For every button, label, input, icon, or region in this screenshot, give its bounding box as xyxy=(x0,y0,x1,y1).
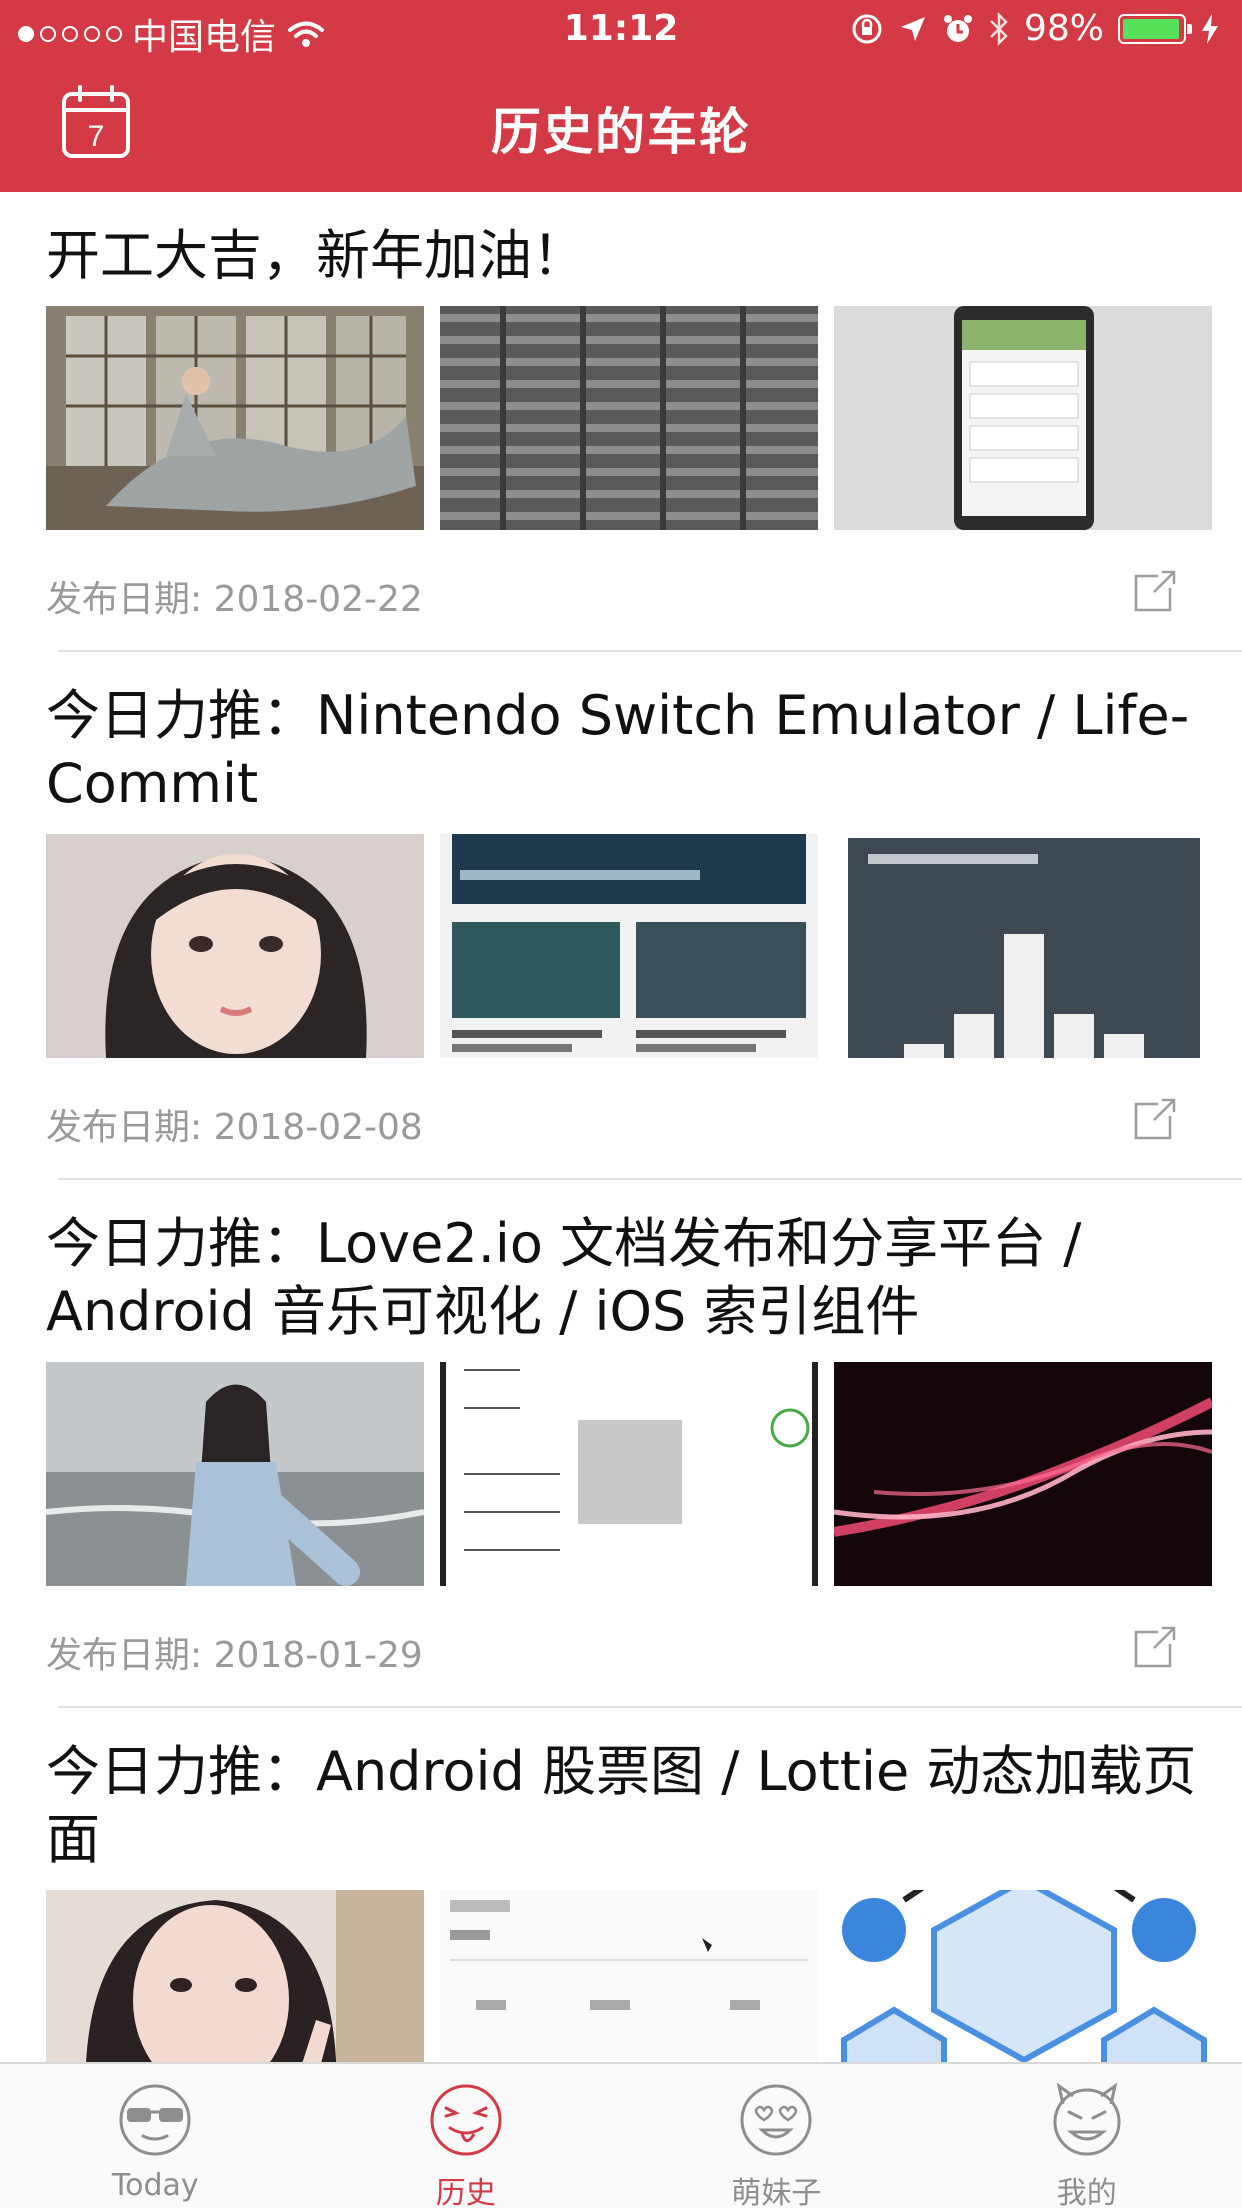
page-title: 历史的车轮 xyxy=(491,103,751,161)
sunglasses-face-icon xyxy=(119,2084,191,2156)
thumbnail-row xyxy=(0,1890,1242,2062)
thumbnail-blue-hexagon-graphic[interactable] xyxy=(834,1890,1212,2062)
rotation-lock-icon xyxy=(852,14,882,43)
card-title[interactable]: 今日力推：Android 股票图 / Lottie 动态加载页面 xyxy=(0,1708,1242,1874)
thumbnail-photo-girl-window[interactable] xyxy=(46,306,424,530)
battery-percent: 98% xyxy=(1023,8,1104,49)
card-title[interactable]: 今日力推：Love2.io 文档发布和分享平台 / Android 音乐可视化 … xyxy=(0,1180,1242,1346)
publish-date: 发布日期: 2018-02-22 xyxy=(46,579,423,620)
share-icon[interactable] xyxy=(1132,1094,1180,1142)
thumbnail-coding-chart-image[interactable] xyxy=(834,834,1212,1058)
card-meta: 发布日期: 2018-02-22 xyxy=(0,530,1242,650)
tab-today[interactable]: Today xyxy=(0,2064,311,2208)
thumbnail-photo-girl-beach[interactable] xyxy=(46,1362,424,1586)
alarm-icon xyxy=(943,14,972,42)
tab-label: 历史 xyxy=(435,2176,496,2208)
thumbnail-app-screenshot[interactable] xyxy=(834,306,1212,530)
thumbnail-row xyxy=(0,1362,1242,1586)
battery-icon xyxy=(1118,13,1192,44)
tongue-face-icon xyxy=(430,2084,501,2156)
thumbnail-pink-light-wave[interactable] xyxy=(834,1362,1212,1586)
tab-bar: Today 历史 萌妹子 我的 xyxy=(0,2062,1242,2208)
tab-label: 我的 xyxy=(1056,2176,1117,2208)
thumbnail-row xyxy=(0,834,1242,1058)
share-icon[interactable] xyxy=(1132,566,1180,614)
feed-card[interactable]: 今日力推：Android 股票图 / Lottie 动态加载页面 xyxy=(0,1708,1242,2062)
heart-eyes-face-icon xyxy=(740,2084,812,2156)
thumbnail-photo-girl-peace-sign[interactable] xyxy=(46,1890,424,2062)
tab-girls[interactable]: 萌妹子 xyxy=(621,2064,932,2208)
card-title[interactable]: 今日力推：Nintendo Switch Emulator / Life-Com… xyxy=(0,652,1242,818)
feed-card[interactable]: 今日力推：Love2.io 文档发布和分享平台 / Android 音乐可视化 … xyxy=(0,1180,1242,1708)
thumbnail-app-cards-screenshot[interactable] xyxy=(440,834,818,1058)
publish-date: 发布日期: 2018-01-29 xyxy=(46,1635,423,1676)
feed-card[interactable]: 今日力推：Nintendo Switch Emulator / Life-Com… xyxy=(0,652,1242,1180)
tab-label: 萌妹子 xyxy=(731,2176,822,2208)
thumbnail-index-list-screenshot[interactable] xyxy=(440,1362,818,1586)
card-meta: 发布日期: 2018-02-08 xyxy=(0,1058,1242,1178)
tab-mine[interactable]: 我的 xyxy=(932,2064,1242,2208)
status-right-group: 98% xyxy=(850,8,1220,49)
thumbnail-history-screenshot[interactable] xyxy=(440,1890,818,2062)
status-bar: 中国电信 11:12 98% xyxy=(0,0,1242,62)
publish-date: 发布日期: 2018-02-08 xyxy=(46,1107,423,1148)
charging-bolt-icon xyxy=(1202,13,1218,44)
share-icon[interactable] xyxy=(1132,1622,1180,1670)
tab-label: Today xyxy=(111,2168,199,2203)
thumbnail-photo-girl-portrait[interactable] xyxy=(46,834,424,1058)
devil-face-icon xyxy=(1053,2082,1120,2156)
history-feed[interactable]: 开工大吉，新年加油！ 发布日期: 2018-02-22 今日力推：Nintend… xyxy=(0,192,1242,2062)
navigation-bar: 7 历史的车轮 xyxy=(0,62,1242,192)
thumbnail-blurred-pattern[interactable] xyxy=(440,306,818,530)
location-arrow-icon xyxy=(900,16,925,41)
bluetooth-icon xyxy=(990,11,1008,46)
top-bar: 中国电信 11:12 98% 7 历史的车轮 xyxy=(0,0,1242,192)
feed-card[interactable]: 开工大吉，新年加油！ 发布日期: 2018-02-22 xyxy=(0,192,1242,652)
tab-history[interactable]: 历史 xyxy=(311,2064,622,2208)
card-title[interactable]: 开工大吉，新年加油！ xyxy=(0,192,1242,290)
card-meta: 发布日期: 2018-01-29 xyxy=(0,1586,1242,1706)
thumbnail-row xyxy=(0,306,1242,530)
